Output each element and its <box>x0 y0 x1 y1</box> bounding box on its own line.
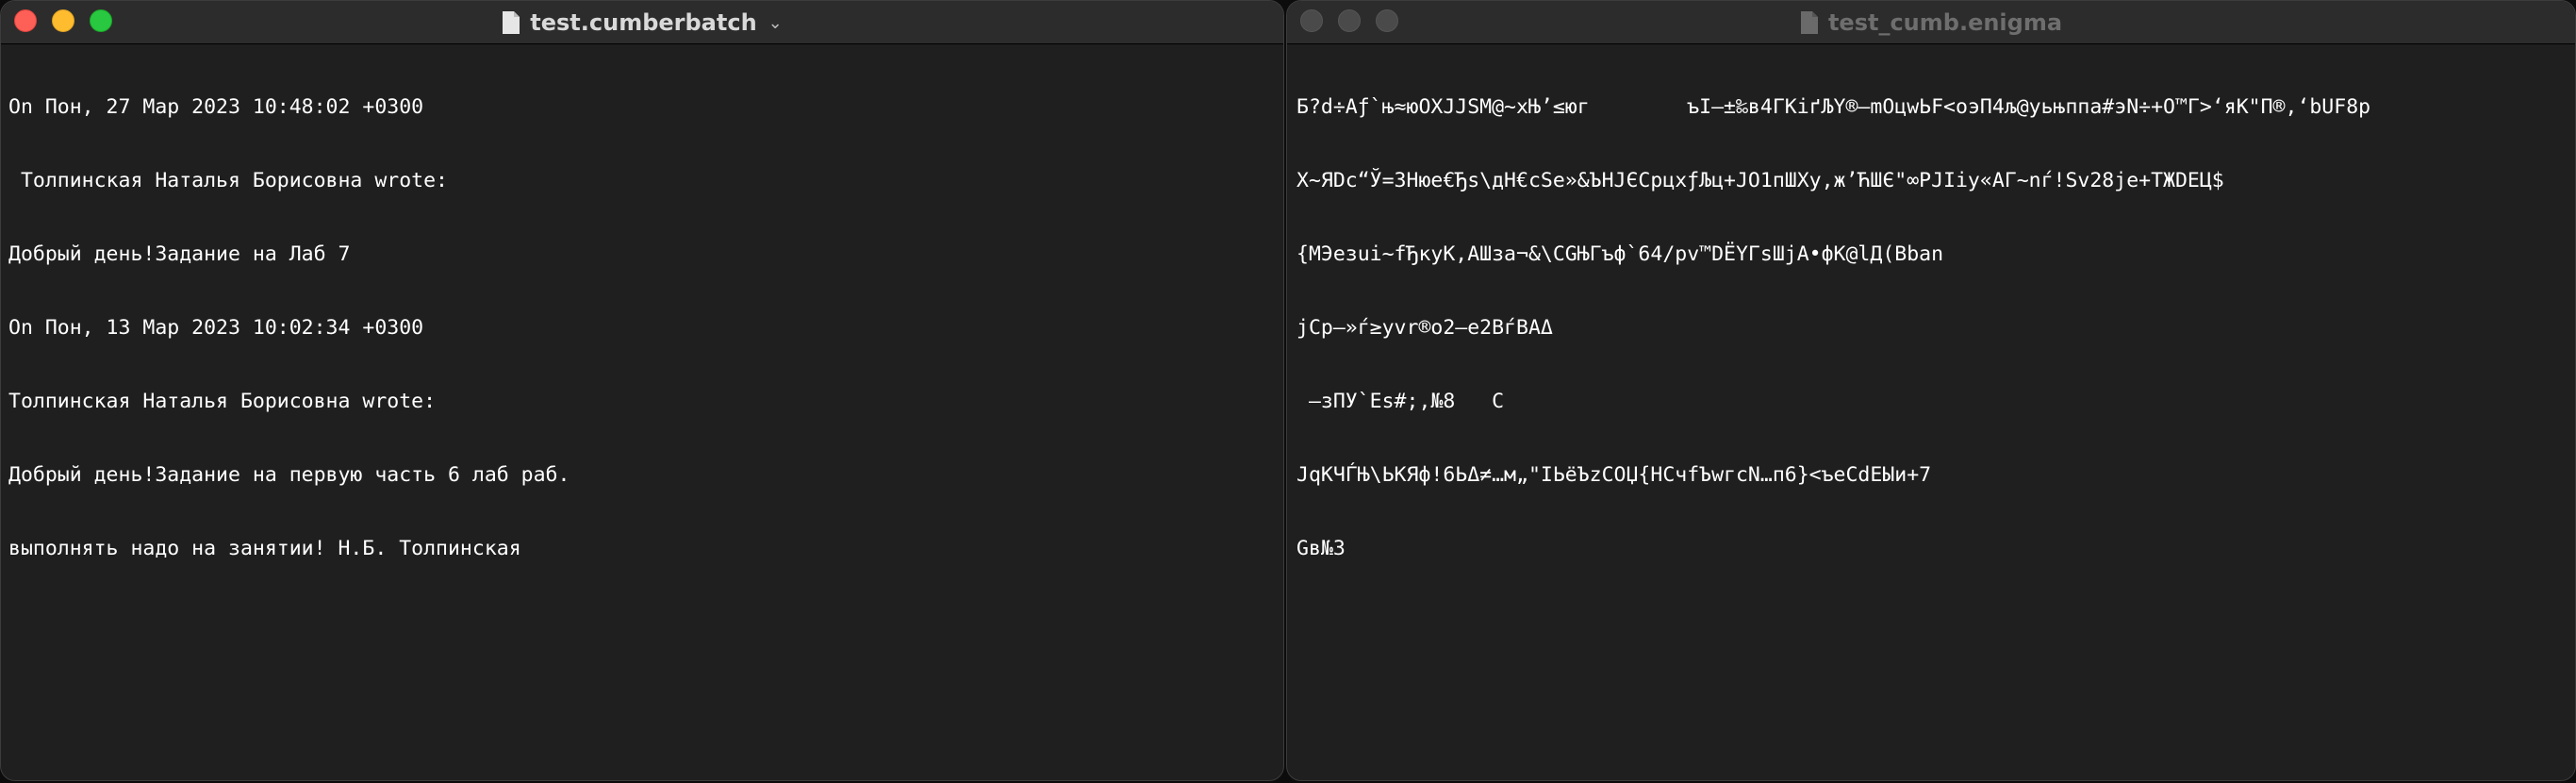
text-line: On Пон, 27 Мар 2023 10:48:02 +0300 <box>8 95 424 119</box>
title-bar[interactable]: test.cumberbatch ⌄ <box>1 1 1283 44</box>
text-line: On Пон, 13 Мар 2023 10:02:34 +0300 <box>8 316 424 340</box>
text-line: jСр—»ѓ≥уvr®о2—е2ВѓВАΔ <box>1296 316 1553 340</box>
text-editor-window-left[interactable]: test.cumberbatch ⌄ On Пон, 27 Мар 2023 1… <box>0 0 1284 781</box>
text-line: —зПУ`Es#;,№8 С <box>1296 390 1505 413</box>
document-icon <box>1800 10 1819 35</box>
text-line: Б?d÷Аƒ`њ≈юОXJJSM@~xЊ’≤юг ъI—±‰в4ГКiґЉҮ®—… <box>1296 95 2371 119</box>
desktop: test.cumberbatch ⌄ On Пон, 27 Мар 2023 1… <box>0 0 2576 783</box>
document-icon <box>502 10 520 35</box>
title-bar[interactable]: test_cumb.enigma <box>1287 1 2575 44</box>
text-line: Добрый день!Задание на первую часть 6 ла… <box>8 463 570 487</box>
text-content[interactable]: On Пон, 27 Мар 2023 10:48:02 +0300 Толпи… <box>1 44 1283 610</box>
text-line: Добрый день!Задание на Лаб 7 <box>8 242 351 266</box>
window-title-group: test.cumberbatch ⌄ <box>1 1 1283 44</box>
text-line: JqКЧЃЊ\ЬКЯф!6ЬΔ≠…м„"IЬёЪzСОЏ{НСчfЪwгсN…п… <box>1296 463 1932 487</box>
text-line: Х~ЯDс“Ў=3Нюе€Ђs\дН€cSe»&ЪНJЄСрцхƒЉц+JО1п… <box>1296 169 2224 192</box>
window-title[interactable]: test_cumb.enigma <box>1828 9 2062 36</box>
window-title-group: test_cumb.enigma <box>1287 1 2575 44</box>
text-editor-window-right[interactable]: test_cumb.enigma Б?d÷Аƒ`њ≈юОXJJSM@~xЊ’≤ю… <box>1286 0 2576 781</box>
window-title[interactable]: test.cumberbatch <box>530 9 756 36</box>
text-line: Gв№3 <box>1296 537 1346 560</box>
text-line: Толпинская Наталья Борисовна wrote: <box>8 169 448 192</box>
chevron-down-icon[interactable]: ⌄ <box>768 13 783 33</box>
text-line: Толпинская Наталья Борисовна wrote: <box>8 390 437 413</box>
text-line: {МЭезui~fЂкуК,AШза¬&\СGЊГъф`64/pv™DЁYГsШ… <box>1296 242 1944 266</box>
text-line: выполнять надо на занятии! Н.Б. Толпинск… <box>8 537 521 560</box>
text-content[interactable]: Б?d÷Аƒ`њ≈юОXJJSM@~xЊ’≤юг ъI—±‰в4ГКiґЉҮ®—… <box>1287 44 2575 610</box>
